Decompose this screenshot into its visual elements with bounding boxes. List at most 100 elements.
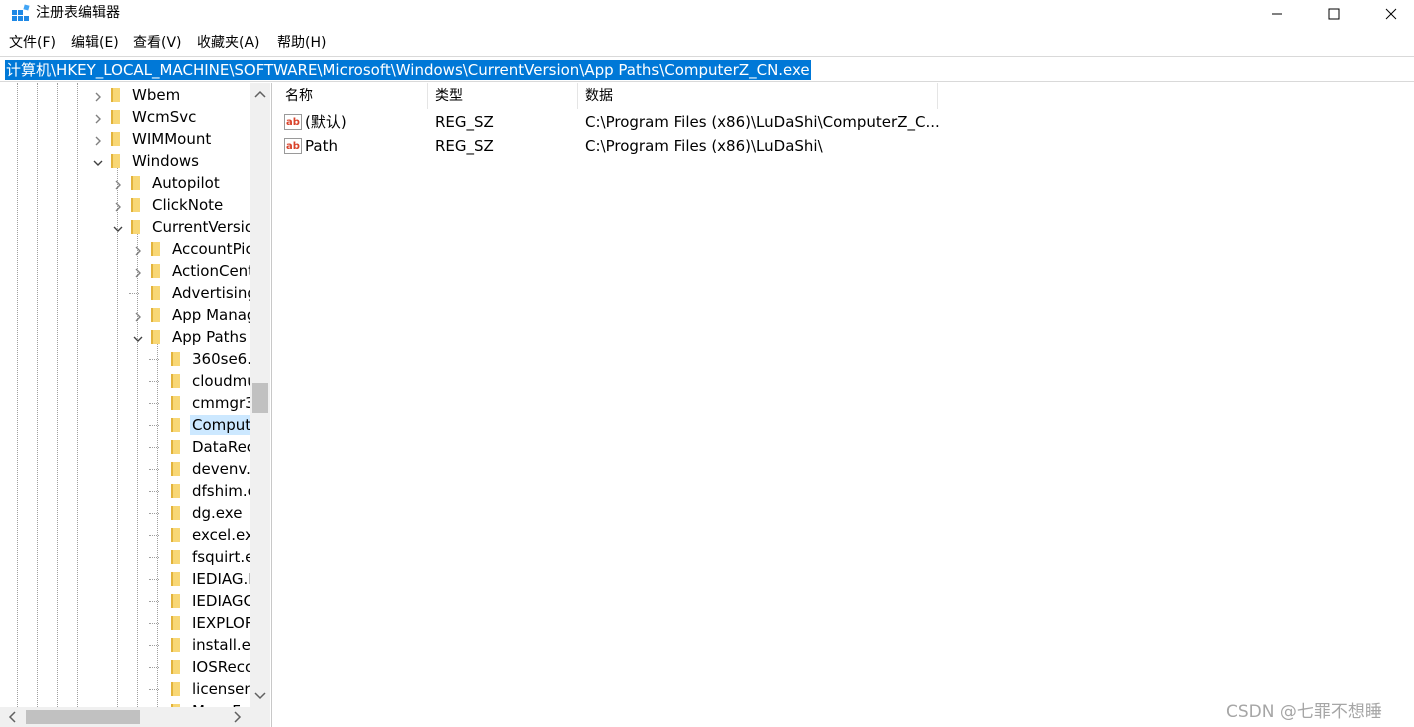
close-button[interactable] <box>1368 0 1414 28</box>
tree-item[interactable]: WcmSvc <box>0 106 250 128</box>
tree-item[interactable]: dg.exe <box>0 502 250 524</box>
tree-item[interactable]: cmmgr3 <box>0 392 250 414</box>
tree-guide-line <box>149 381 159 382</box>
values-list-pane[interactable]: 名称 类型 数据 ab (默认) REG_SZ C:\Program Files… <box>278 83 1414 727</box>
tree-guide-line <box>149 469 159 470</box>
menu-view[interactable]: 查看(V) <box>133 34 182 52</box>
address-path[interactable]: 计算机\HKEY_LOCAL_MACHINE\SOFTWARE\Microsof… <box>5 60 811 80</box>
chevron-right-icon[interactable] <box>132 243 144 256</box>
tree-item[interactable]: IEDIAG.E <box>0 568 250 590</box>
tree-horizontal-scroll-thumb[interactable] <box>26 710 140 724</box>
tree-item[interactable]: devenv. <box>0 458 250 480</box>
tree-vertical-scrollbar[interactable] <box>250 83 270 707</box>
menu-favorites[interactable]: 收藏夹(A) <box>197 34 260 52</box>
minimize-button[interactable] <box>1254 0 1300 28</box>
column-header-type[interactable]: 类型 <box>428 83 578 109</box>
folder-icon <box>169 659 185 675</box>
folder-icon <box>149 329 165 345</box>
folder-icon <box>169 681 185 697</box>
tree-item[interactable]: IEDIAGC <box>0 590 250 612</box>
tree-item[interactable]: ActionCent <box>0 260 250 282</box>
menu-edit[interactable]: 编辑(E) <box>71 34 119 52</box>
tree-guide-line <box>149 425 159 426</box>
chevron-down-icon[interactable] <box>112 221 124 233</box>
tree-guide-line <box>149 689 159 690</box>
watermark: CSDN @七罪不想睡 <box>1226 702 1382 722</box>
tree-item[interactable]: Windows <box>0 150 250 172</box>
tree-guide-line <box>149 513 159 514</box>
folder-icon <box>169 637 185 653</box>
tree-vertical-scroll-thumb[interactable] <box>252 383 268 413</box>
tree-item[interactable]: App Paths <box>0 326 250 348</box>
window-title: 注册表编辑器 <box>36 5 120 21</box>
tree-item[interactable]: IOSReco <box>0 656 250 678</box>
chevron-right-icon[interactable] <box>92 133 104 146</box>
svg-text:ab: ab <box>286 117 300 128</box>
maximize-button[interactable] <box>1311 0 1357 28</box>
tree-item[interactable]: CurrentVersio <box>0 216 250 238</box>
tree-item-label: cmmgr3 <box>192 394 250 412</box>
scroll-right-icon <box>234 711 242 723</box>
address-bar[interactable]: 计算机\HKEY_LOCAL_MACHINE\SOFTWARE\Microsof… <box>0 56 1414 82</box>
tree-item[interactable]: cloudmu <box>0 370 250 392</box>
folder-icon <box>169 483 185 499</box>
tree-item[interactable]: IEXPLOR <box>0 612 250 634</box>
maximize-icon <box>1328 8 1340 20</box>
tree-item[interactable]: Advertising <box>0 282 250 304</box>
folder-icon <box>109 109 125 125</box>
chevron-right-icon[interactable] <box>112 177 124 190</box>
tree-item-label: Autopilot <box>152 174 220 192</box>
chevron-right-icon[interactable] <box>92 89 104 102</box>
tree-item-label: App Paths <box>172 328 247 346</box>
key-tree[interactable]: Wbem WcmSvc WIMMount Windows Autopilot ClickN… <box>0 83 250 707</box>
chevron-right-icon[interactable] <box>112 199 124 212</box>
tree-item[interactable]: App Manag <box>0 304 250 326</box>
tree-horizontal-scrollbar[interactable] <box>0 707 250 727</box>
menu-file[interactable]: 文件(F) <box>9 34 56 52</box>
tree-item[interactable]: licensen <box>0 678 250 700</box>
tree-item[interactable]: ClickNote <box>0 194 250 216</box>
tree-item[interactable]: MoveF <box>0 700 250 707</box>
tree-item-label: IEXPLOR <box>192 614 250 632</box>
value-row[interactable]: ab Path REG_SZ C:\Program Files (x86)\Lu… <box>278 134 1178 158</box>
folder-icon <box>169 351 185 367</box>
tree-guide-line <box>149 667 159 668</box>
tree-item[interactable]: excel.ex <box>0 524 250 546</box>
folder-icon <box>149 307 165 323</box>
chevron-down-icon[interactable] <box>92 155 104 167</box>
tree-item[interactable]: WIMMount <box>0 128 250 150</box>
chevron-down-icon[interactable] <box>132 331 144 343</box>
string-value-icon: ab <box>284 113 302 131</box>
column-header-name[interactable]: 名称 <box>278 83 428 109</box>
menu-bar: 文件(F) 编辑(E) 查看(V) 收藏夹(A) 帮助(H) <box>0 32 1414 54</box>
value-type: REG_SZ <box>435 137 494 155</box>
tree-item[interactable]: Autopilot <box>0 172 250 194</box>
tree-item[interactable]: fsquirt.e <box>0 546 250 568</box>
menu-help[interactable]: 帮助(H) <box>277 34 326 52</box>
chevron-right-icon[interactable] <box>132 309 144 322</box>
tree-item[interactable]: AccountPic <box>0 238 250 260</box>
scroll-left-icon <box>8 711 16 723</box>
chevron-right-icon[interactable] <box>92 111 104 124</box>
tree-item-label: AccountPic <box>172 240 250 258</box>
value-data: C:\Program Files (x86)\LuDaShi\ <box>585 137 823 155</box>
value-name: (默认) <box>305 113 347 131</box>
chevron-right-icon[interactable] <box>132 265 144 278</box>
close-icon <box>1385 8 1397 20</box>
tree-item-label: install.ex <box>192 636 250 654</box>
tree-item[interactable]: dfshim.c <box>0 480 250 502</box>
tree-item-label: cloudmu <box>192 372 250 390</box>
tree-guide-line <box>149 601 159 602</box>
tree-item-label: WcmSvc <box>132 108 197 126</box>
tree-item[interactable]: 360se6. <box>0 348 250 370</box>
svg-text:ab: ab <box>286 141 300 152</box>
tree-item[interactable]: Wbem <box>0 84 250 106</box>
tree-item[interactable]: install.ex <box>0 634 250 656</box>
tree-item-label: fsquirt.e <box>192 548 250 566</box>
tree-item[interactable]: Comput <box>0 414 250 436</box>
column-header-data[interactable]: 数据 <box>578 83 938 109</box>
key-tree-pane[interactable]: Wbem WcmSvc WIMMount Windows Autopilot ClickN… <box>0 83 272 727</box>
value-data: C:\Program Files (x86)\LuDaShi\ComputerZ… <box>585 113 940 131</box>
tree-item[interactable]: DataRec <box>0 436 250 458</box>
value-row[interactable]: ab (默认) REG_SZ C:\Program Files (x86)\Lu… <box>278 110 1178 134</box>
